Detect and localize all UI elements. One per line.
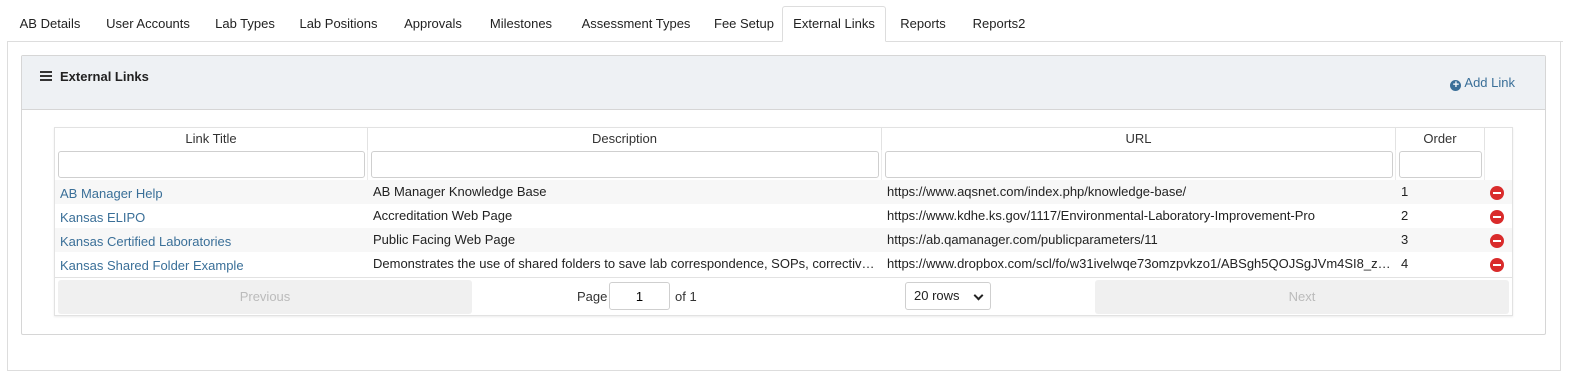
tab-external-links[interactable]: External Links (782, 6, 886, 42)
tab-user-accounts[interactable]: User Accounts (93, 6, 203, 40)
rows-per-page-value: 20 rows (914, 288, 960, 303)
rows-per-page-select[interactable]: 20 rows (905, 282, 991, 310)
next-button[interactable]: Next (1095, 280, 1509, 314)
delete-row-icon[interactable] (1490, 234, 1504, 248)
link-description: Accreditation Web Page (373, 208, 513, 223)
tab-fee-setup[interactable]: Fee Setup (706, 6, 782, 40)
filter-url-input[interactable] (885, 151, 1393, 178)
tab-lab-types[interactable]: Lab Types (203, 6, 287, 40)
link-title[interactable]: AB Manager Help (60, 180, 360, 204)
link-order: 4 (1401, 256, 1409, 271)
panel-title: External Links (60, 69, 149, 84)
tab-reports[interactable]: Reports (886, 6, 960, 40)
chevron-down-icon (973, 290, 984, 301)
table-row: Kansas ELIPO Accreditation Web Page http… (55, 204, 1512, 228)
tab-assessment-types[interactable]: Assessment Types (566, 6, 706, 40)
table-row: Kansas Certified Laboratories Public Fac… (55, 228, 1512, 252)
delete-row-icon[interactable] (1490, 210, 1504, 224)
link-order: 1 (1401, 184, 1409, 199)
tab-lab-positions[interactable]: Lab Positions (287, 6, 390, 40)
link-title[interactable]: Kansas Shared Folder Example (60, 252, 360, 276)
link-url: https://www.kdhe.ks.gov/1117/Environment… (887, 208, 1315, 223)
panel-header: External Links + Add Link (22, 56, 1545, 110)
link-description: Public Facing Web Page (373, 232, 516, 247)
link-url: https://www.dropbox.com/scl/fo/w31ivelwq… (887, 256, 1394, 271)
page-total-label: of 1 (675, 289, 697, 304)
tab-bar: AB Details User Accounts Lab Types Lab P… (7, 6, 1563, 42)
page-label: Page (577, 289, 608, 304)
filter-cell (368, 150, 882, 180)
column-header-url[interactable]: URL (882, 128, 1396, 150)
plus-circle-icon: + (1450, 80, 1462, 91)
tab-milestones[interactable]: Milestones (476, 6, 566, 40)
previous-button[interactable]: Previous (58, 280, 472, 314)
tab-approvals[interactable]: Approvals (390, 6, 476, 40)
link-order: 2 (1401, 208, 1409, 223)
filter-cell (55, 150, 368, 180)
column-header-description[interactable]: Description (368, 128, 882, 150)
tab-reports2[interactable]: Reports2 (960, 6, 1038, 40)
column-header-order[interactable]: Order (1396, 128, 1485, 150)
link-url: https://www.aqsnet.com/index.php/knowled… (887, 184, 1187, 199)
list-icon (40, 71, 52, 81)
link-description: AB Manager Knowledge Base (373, 184, 547, 199)
filter-description-input[interactable] (371, 151, 879, 178)
delete-row-icon[interactable] (1490, 186, 1504, 200)
links-table: Link Title Description URL Order AB Mana… (54, 127, 1513, 316)
add-link-label: Add Link (1464, 75, 1515, 90)
table-row: AB Manager Help AB Manager Knowledge Bas… (55, 180, 1512, 204)
link-description: Demonstrates the use of shared folders t… (373, 256, 880, 271)
tab-ab-details[interactable]: AB Details (7, 6, 93, 40)
column-header-link-title[interactable]: Link Title (55, 128, 368, 150)
table-row: Kansas Shared Folder Example Demonstrate… (55, 252, 1512, 276)
delete-row-icon[interactable] (1490, 258, 1504, 272)
filter-link-title-input[interactable] (58, 151, 365, 178)
filter-cell (1396, 150, 1485, 180)
add-link-button[interactable]: + Add Link (1450, 75, 1515, 91)
filter-order-input[interactable] (1399, 151, 1482, 178)
link-order: 3 (1401, 232, 1409, 247)
link-url: https://ab.qamanager.com/publicparameter… (887, 232, 1158, 247)
page-number-input[interactable] (609, 282, 670, 310)
link-title[interactable]: Kansas ELIPO (60, 204, 360, 228)
link-title[interactable]: Kansas Certified Laboratories (60, 228, 360, 252)
pagination-bar: Previous Page of 1 20 rows Next (55, 277, 1512, 316)
filter-cell (882, 150, 1396, 180)
